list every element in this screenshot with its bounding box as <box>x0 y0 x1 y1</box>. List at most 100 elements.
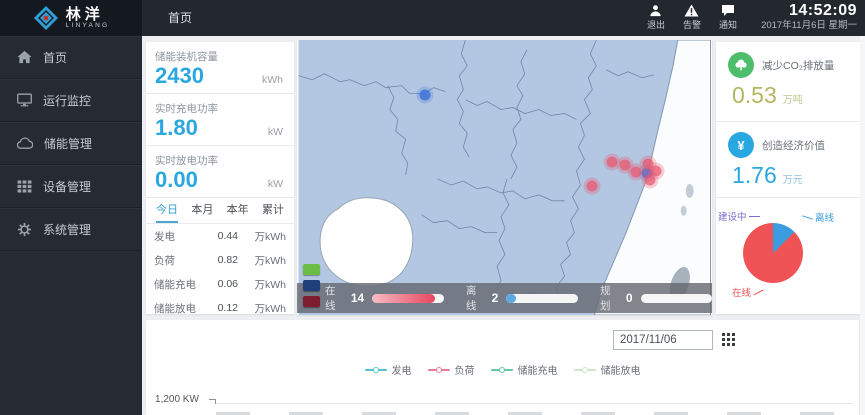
economic-unit: 万元 <box>783 171 803 186</box>
status-count: 0 <box>626 291 633 305</box>
sidebar-label: 运行监控 <box>43 92 91 109</box>
notice-button[interactable]: 通知 <box>719 4 737 31</box>
row-value: 0.06 <box>202 278 238 290</box>
sidebar-item-monitoring[interactable]: 运行监控 <box>0 79 142 122</box>
row-label: 储能放电 <box>154 301 202 316</box>
status-progressbar <box>641 294 712 303</box>
co2-unit: 万吨 <box>783 91 803 106</box>
sidebar-item-devices[interactable]: 设备管理 <box>0 165 142 208</box>
station-map-panel[interactable]: 在线 14 离线 2 规划 0 <box>297 40 712 315</box>
y-axis-tick-label: 1,200 KW <box>155 394 199 405</box>
sidebar-item-system[interactable]: 系统管理 <box>0 208 142 251</box>
logo-diamond-icon <box>33 5 59 31</box>
station-marker-online[interactable] <box>620 160 631 171</box>
clock-date: 2017年11月6日 星期一 <box>761 20 857 32</box>
line-symbol-icon <box>428 369 450 371</box>
home-icon <box>17 50 32 64</box>
status-count: 2 <box>492 291 499 305</box>
legend-square-red[interactable] <box>303 296 320 307</box>
scroll-strip[interactable] <box>860 36 865 415</box>
row-value: 0.44 <box>202 230 238 242</box>
economic-value: 1.76 <box>732 162 777 188</box>
period-tabs: 今日 本月 本年 累计 <box>146 198 294 224</box>
sidebar-item-home[interactable]: 首页 <box>0 36 142 79</box>
calendar-icon[interactable] <box>722 333 735 346</box>
station-marker-online[interactable] <box>587 181 598 192</box>
station-marker-offline[interactable] <box>420 90 431 101</box>
alarm-label: 告警 <box>683 18 701 31</box>
row-label: 负荷 <box>154 253 202 268</box>
legend-generation[interactable]: 发电 <box>365 362 412 377</box>
row-value: 0.82 <box>202 254 238 266</box>
co2-section: 减少CO₂排放量 0.53 万吨 <box>716 42 860 122</box>
station-pie-section: 建设中 离线 在线 <box>716 198 860 310</box>
legend-label: 负荷 <box>455 362 475 377</box>
nav-tab-home[interactable]: 首页 <box>168 0 192 36</box>
status-progressbar <box>506 294 578 303</box>
tab-today[interactable]: 今日 <box>156 198 178 223</box>
row-unit: 万kWh <box>238 277 286 292</box>
sidebar-item-storage[interactable]: 储能管理 <box>0 122 142 165</box>
co2-label: 减少CO₂排放量 <box>762 58 834 73</box>
chart-legend: 发电 负荷 储能充电 储能放电 <box>146 362 859 377</box>
economic-section: ¥ 创造经济价值 1.76 万元 <box>716 122 860 198</box>
metric-unit: kW <box>268 178 283 190</box>
tab-month[interactable]: 本月 <box>191 198 213 223</box>
status-label: 离线 <box>466 283 485 313</box>
alarm-button[interactable]: 告警 <box>683 4 701 31</box>
legend-square-blue[interactable] <box>303 280 320 291</box>
economic-label: 创造经济价值 <box>762 138 825 153</box>
logout-label: 退出 <box>647 18 665 31</box>
pie-label-offline: 离线 <box>802 210 834 224</box>
sidebar-label: 首页 <box>43 49 67 66</box>
sidebar-label: 储能管理 <box>44 135 92 152</box>
logout-button[interactable]: 退出 <box>647 4 665 31</box>
status-progressbar <box>372 294 444 303</box>
tab-total[interactable]: 累计 <box>262 198 284 223</box>
metric-discharge-power: 实时放电功率 0.00 kW <box>146 146 294 198</box>
sidebar: 首页 运行监控 储能管理 设备管理 <box>0 36 142 415</box>
status-count: 14 <box>351 291 364 305</box>
legend-label: 储能充电 <box>518 362 558 377</box>
metric-value: 1.80 <box>155 116 198 140</box>
station-marker-online[interactable] <box>607 157 618 168</box>
linyang-logo: 林洋 LINYANG <box>0 0 142 36</box>
energy-dashboard: 林洋 LINYANG 首页 退出 告警 <box>0 0 865 415</box>
line-symbol-icon <box>365 369 387 371</box>
line-symbol-icon <box>491 369 513 371</box>
station-marker-online[interactable] <box>631 167 642 178</box>
legend-load[interactable]: 负荷 <box>428 362 475 377</box>
top-bar: 林洋 LINYANG 首页 退出 告警 <box>0 0 865 36</box>
devices-icon <box>17 180 32 193</box>
clock: 14:52:09 2017年11月6日 星期一 <box>761 2 857 32</box>
legend-square-green[interactable] <box>303 264 320 275</box>
summary-panel: 减少CO₂排放量 0.53 万吨 ¥ 创造经济价值 1.76 万元 建设中 离线… <box>716 42 860 314</box>
map-status-bar: 在线 14 离线 2 规划 0 <box>297 283 712 313</box>
row-unit: 万kWh <box>238 229 286 244</box>
date-input[interactable] <box>613 330 713 350</box>
legend-storage-charge[interactable]: 储能充电 <box>491 362 558 377</box>
pie-label-building: 建设中 <box>718 209 760 223</box>
status-offline: 离线 2 <box>466 283 578 313</box>
metric-unit: kW <box>268 126 283 138</box>
metric-value: 2430 <box>155 64 204 88</box>
metric-charge-power: 实时充电功率 1.80 kW <box>146 94 294 146</box>
settings-icon <box>17 222 32 237</box>
pie-chart[interactable] <box>743 223 803 283</box>
storage-stats-panel: 储能装机容量 2430 kWh 实时充电功率 1.80 kW 实时放电功率 0.… <box>146 42 294 314</box>
table-row: 发电 0.44 万kWh <box>146 224 294 248</box>
notice-icon <box>721 4 735 17</box>
tree-icon <box>728 52 754 78</box>
status-online: 在线 14 <box>325 283 444 313</box>
station-marker-online[interactable] <box>651 166 662 177</box>
y-axis-corner <box>209 399 216 404</box>
legend-storage-discharge[interactable]: 储能放电 <box>574 362 641 377</box>
row-label: 储能充电 <box>154 277 202 292</box>
row-unit: 万kWh <box>238 253 286 268</box>
tab-year[interactable]: 本年 <box>227 198 249 223</box>
monitor-icon <box>17 93 32 107</box>
power-curve-panel: 发电 负荷 储能充电 储能放电 1,200 KW <box>146 320 859 415</box>
status-planned: 规划 0 <box>600 283 712 313</box>
status-label: 在线 <box>325 283 344 313</box>
legend-label: 发电 <box>392 362 412 377</box>
